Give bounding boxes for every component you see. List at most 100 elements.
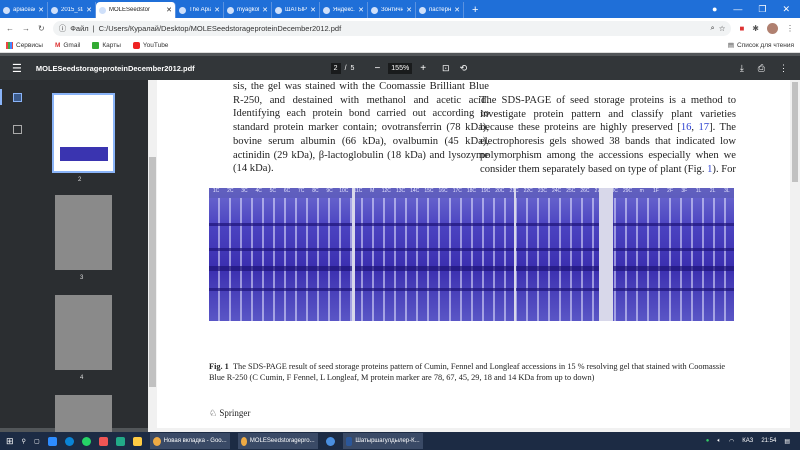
print-icon[interactable]: ⎙ xyxy=(758,63,765,74)
notifications-icon[interactable]: ▤ xyxy=(784,438,790,445)
minimize-button[interactable]: — xyxy=(733,4,742,14)
sidebar-menu-icon[interactable]: ☰ xyxy=(12,62,22,75)
gel-separator xyxy=(514,188,516,321)
bookmark-youtube[interactable]: YouTube xyxy=(132,41,168,49)
edge-icon[interactable] xyxy=(64,436,74,446)
browser-tab[interactable]: Яндекс.Перев✕ xyxy=(320,2,368,18)
powerpoint-icon[interactable] xyxy=(98,436,108,446)
menu-icon[interactable]: ⋮ xyxy=(786,24,794,33)
lane-label: m xyxy=(639,188,644,194)
reload-icon[interactable]: ↻ xyxy=(38,24,45,33)
browser-tab[interactable]: 2015_stati#08✕ xyxy=(48,2,96,18)
thumbnails-view-icon[interactable] xyxy=(13,93,22,102)
taskbar-app-word[interactable]: Шатыршагулдылер-К... xyxy=(342,433,423,449)
url-text: C:/Users/Куралай/Desktop/MOLESeedstorage… xyxy=(98,23,342,33)
browser-tab[interactable]: The Apiaceae✕ xyxy=(176,2,224,18)
download-icon[interactable]: ⤓ xyxy=(740,63,744,74)
lane-label: 1L xyxy=(695,188,702,194)
taskbar-app-chrome-newtab[interactable]: Новая вкладка - Goo... xyxy=(149,433,230,449)
lane-label: 4C xyxy=(255,188,262,194)
scrollbar-thumb[interactable] xyxy=(792,82,798,182)
zoom-icon[interactable]: ⌕ xyxy=(711,23,715,33)
outline-view-icon[interactable] xyxy=(13,125,22,134)
language-indicator[interactable]: КАЗ xyxy=(742,438,753,444)
bookmark-gmail[interactable]: M Gmail xyxy=(55,42,80,49)
search-icon[interactable]: ⚲ xyxy=(22,438,26,445)
volume-icon[interactable]: 🔈︎ xyxy=(717,438,721,445)
extension-icon[interactable]: ■ xyxy=(739,24,744,33)
page-thumbnail-3[interactable] xyxy=(55,195,112,270)
close-tab-icon[interactable]: ✕ xyxy=(38,6,44,14)
fit-page-icon[interactable]: ⊡ xyxy=(442,63,450,74)
reference-link[interactable]: 17 xyxy=(699,122,710,133)
page-thumbnail-5[interactable] xyxy=(55,395,112,435)
new-tab-button[interactable]: + xyxy=(464,2,486,18)
tab-label: Яндекс.Перев xyxy=(333,7,355,13)
back-icon[interactable]: ← xyxy=(6,24,14,33)
file-explorer-icon[interactable] xyxy=(132,436,142,446)
close-tab-icon[interactable]: ✕ xyxy=(358,6,364,14)
bookmark-services[interactable]: Сервисы xyxy=(6,41,43,49)
rotate-icon[interactable]: ⟲ xyxy=(460,63,468,74)
maps-icon xyxy=(92,41,100,49)
extensions-puzzle-icon[interactable]: ✱ xyxy=(752,24,759,33)
reading-list-button[interactable]: ▤ Список для чтения xyxy=(727,41,794,50)
reference-link[interactable]: 16 xyxy=(681,122,692,133)
close-window-button[interactable]: ✕ xyxy=(782,4,790,15)
lane-label: 3C xyxy=(241,188,248,194)
zoom-out-button[interactable]: − xyxy=(374,63,380,74)
sidebar-scrollbar[interactable] xyxy=(148,80,157,428)
browser-tab[interactable]: пастернак ово✕ xyxy=(416,2,464,18)
page-scrollbar[interactable] xyxy=(790,80,800,428)
close-tab-icon[interactable]: ✕ xyxy=(86,6,92,14)
info-icon[interactable]: ⓘ xyxy=(59,23,67,34)
bookmark-label: Сервисы xyxy=(16,41,43,49)
app-icon[interactable] xyxy=(325,436,335,446)
favicon-icon xyxy=(179,6,186,14)
browser-tab[interactable]: MOLESeedstor ✕ xyxy=(96,2,176,18)
avatar[interactable] xyxy=(767,22,778,34)
profile-icon[interactable]: ● xyxy=(712,4,717,14)
clock[interactable]: 21:54 xyxy=(761,438,776,444)
reading-list-icon: ▤ xyxy=(727,42,734,49)
right-column-text: The SDS-PAGE of seed storage proteins is… xyxy=(480,95,736,175)
page-thumbnail-2[interactable] xyxy=(52,93,115,173)
close-tab-icon[interactable]: ✕ xyxy=(310,6,316,14)
close-tab-icon[interactable]: ✕ xyxy=(406,6,412,14)
wifi-icon[interactable]: ◠ xyxy=(729,438,734,445)
more-options-icon[interactable]: ⋮ xyxy=(779,63,788,74)
task-view-icon[interactable]: ▢ xyxy=(34,438,40,445)
scrollbar-thumb[interactable] xyxy=(149,157,156,387)
page-separator: / xyxy=(344,64,347,72)
publisher-name: Springer xyxy=(219,408,251,418)
caption-text: The SDS-PAGE result of seed storage prot… xyxy=(209,362,726,382)
bookmark-label: Карты xyxy=(102,41,121,49)
pdf-page: sis, the gel was stained with the Coomas… xyxy=(157,80,790,428)
browser-tab[interactable]: myagkolucher✕ xyxy=(224,2,272,18)
close-tab-icon[interactable]: ✕ xyxy=(214,6,220,14)
maximize-button[interactable]: ❐ xyxy=(758,4,766,15)
taskbar-app-chrome-pdf[interactable]: MOLESeedstoragepro... xyxy=(237,433,318,449)
browser-tab[interactable]: apiaceae fami✕ xyxy=(0,2,48,18)
lane-label: 23C xyxy=(537,188,547,194)
bookmark-star-icon[interactable]: ☆ xyxy=(719,24,726,33)
browser-tab[interactable]: ШАТЫРШАГУ✕ xyxy=(272,2,320,18)
browser-tab[interactable]: Зонтичные —✕ xyxy=(368,2,416,18)
close-tab-icon[interactable]: ✕ xyxy=(454,6,460,14)
url-field[interactable]: ⓘ Файл | C:/Users/Куралай/Desktop/MOLESe… xyxy=(52,20,732,36)
zoom-app-icon[interactable] xyxy=(47,436,57,446)
zoom-level-input[interactable]: 155% xyxy=(388,62,413,74)
forward-icon[interactable]: → xyxy=(22,24,30,33)
lane-label: 2L xyxy=(709,188,716,194)
zoom-in-button[interactable]: + xyxy=(420,63,426,74)
close-tab-icon[interactable]: ✕ xyxy=(166,6,172,14)
shield-icon[interactable]: ● xyxy=(706,438,710,444)
windows-start-icon[interactable]: ⊞ xyxy=(6,436,14,447)
page-thumbnail-4[interactable] xyxy=(55,295,112,370)
favicon-icon xyxy=(3,6,10,14)
excel-icon[interactable] xyxy=(115,436,125,446)
bookmark-maps[interactable]: Карты xyxy=(92,41,121,49)
close-tab-icon[interactable]: ✕ xyxy=(262,6,268,14)
page-number-input[interactable]: 2 xyxy=(330,62,341,74)
whatsapp-icon[interactable] xyxy=(81,436,91,446)
